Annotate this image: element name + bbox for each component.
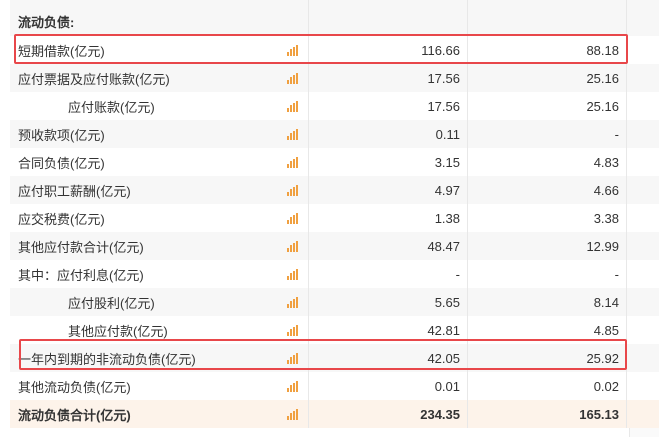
row-label: 应付账款(亿元) <box>68 99 155 115</box>
value-period-1: 5.65 <box>434 294 460 310</box>
row-label: 一年内到期的非流动负债(亿元) <box>18 351 196 367</box>
balance-sheet-table: 流动负债: 短期借款(亿元) 116.66 88.18 应付票据及应付账款(亿元) 17… <box>10 0 659 428</box>
bar-chart-icon[interactable] <box>287 297 299 308</box>
value-period-1: 1.38 <box>434 210 460 226</box>
table-row: 短期借款(亿元) 116.66 88.18 <box>10 36 659 64</box>
table-row: 应付账款(亿元) 17.56 25.16 <box>10 92 659 120</box>
value-period-2: 8.14 <box>593 294 619 310</box>
value-period-1: - <box>455 266 460 282</box>
bar-chart-icon[interactable] <box>287 73 299 84</box>
row-label: 应付职工薪酬(亿元) <box>18 183 131 199</box>
table-row: 其他应付款合计(亿元) 48.47 12.99 <box>10 232 659 260</box>
section-title: 流动负债: <box>18 15 75 30</box>
bar-chart-icon[interactable] <box>287 325 299 336</box>
row-label: 应付票据及应付账款(亿元) <box>18 71 170 87</box>
bar-chart-icon[interactable] <box>287 45 299 56</box>
section-header: 流动负债: <box>10 0 659 36</box>
value-period-2: 25.16 <box>586 98 619 114</box>
value-period-2: 25.16 <box>586 70 619 86</box>
value-period-1: 42.05 <box>427 350 460 366</box>
value-period-1: 48.47 <box>427 238 460 254</box>
bar-chart-icon[interactable] <box>287 269 299 280</box>
value-period-1: 0.01 <box>434 378 460 394</box>
table-row: 应交税费(亿元) 1.38 3.38 <box>10 204 659 232</box>
table-row: 一年内到期的非流动负债(亿元) 42.05 25.92 <box>10 344 659 372</box>
row-label: 其他应付款(亿元) <box>68 323 168 339</box>
value-period-1: 42.81 <box>427 322 460 338</box>
table-row: 其中：应付利息(亿元) - - <box>10 260 659 288</box>
bar-chart-icon[interactable] <box>287 241 299 252</box>
row-label: 应交税费(亿元) <box>18 211 105 227</box>
bar-chart-icon[interactable] <box>287 129 299 140</box>
row-label: 其他流动负债(亿元) <box>18 379 131 395</box>
row-label: 短期借款(亿元) <box>18 43 105 59</box>
table-row: 合同负债(亿元) 3.15 4.83 <box>10 148 659 176</box>
bar-chart-icon[interactable] <box>287 353 299 364</box>
value-period-2: 4.66 <box>593 182 619 198</box>
bar-chart-icon[interactable] <box>287 213 299 224</box>
row-label: 流动负债合计(亿元) <box>18 407 131 423</box>
row-label: 其中：应付利息(亿元) <box>18 267 144 283</box>
value-period-1: 234.35 <box>420 406 460 422</box>
value-period-2: 4.85 <box>593 322 619 338</box>
total-row: 流动负债合计(亿元) 234.35 165.13 <box>10 400 659 428</box>
value-period-1: 17.56 <box>427 98 460 114</box>
value-period-2: 88.18 <box>586 42 619 58</box>
value-period-2: 12.99 <box>586 238 619 254</box>
row-label: 预收款项(亿元) <box>18 127 105 143</box>
bar-chart-icon[interactable] <box>287 101 299 112</box>
value-period-2: 4.83 <box>593 154 619 170</box>
bar-chart-icon[interactable] <box>287 185 299 196</box>
value-period-1: 3.15 <box>434 154 460 170</box>
table-row: 其他应付款(亿元) 42.81 4.85 <box>10 316 659 344</box>
bar-chart-icon[interactable] <box>287 381 299 392</box>
table-row: 应付职工薪酬(亿元) 4.97 4.66 <box>10 176 659 204</box>
row-label: 应付股利(亿元) <box>68 295 155 311</box>
value-period-1: 116.66 <box>421 42 460 58</box>
table-row: 预收款项(亿元) 0.11 - <box>10 120 659 148</box>
table-row: 其他流动负债(亿元) 0.01 0.02 <box>10 372 659 400</box>
value-period-1: 17.56 <box>427 70 460 86</box>
value-period-1: 0.11 <box>435 126 460 142</box>
bar-chart-icon[interactable] <box>287 157 299 168</box>
value-period-1: 4.97 <box>434 182 460 198</box>
table-row: 应付股利(亿元) 5.65 8.14 <box>10 288 659 316</box>
value-period-2: 0.02 <box>593 378 619 394</box>
table-row: 应付票据及应付账款(亿元) 17.56 25.16 <box>10 64 659 92</box>
value-period-2: 165.13 <box>579 406 619 422</box>
row-label: 合同负债(亿元) <box>18 155 105 171</box>
value-period-2: - <box>614 266 619 282</box>
value-period-2: 25.92 <box>586 350 619 366</box>
row-label: 其他应付款合计(亿元) <box>18 239 144 255</box>
bar-chart-icon[interactable] <box>287 409 299 420</box>
value-period-2: 3.38 <box>593 210 619 226</box>
value-period-2: - <box>614 126 619 142</box>
